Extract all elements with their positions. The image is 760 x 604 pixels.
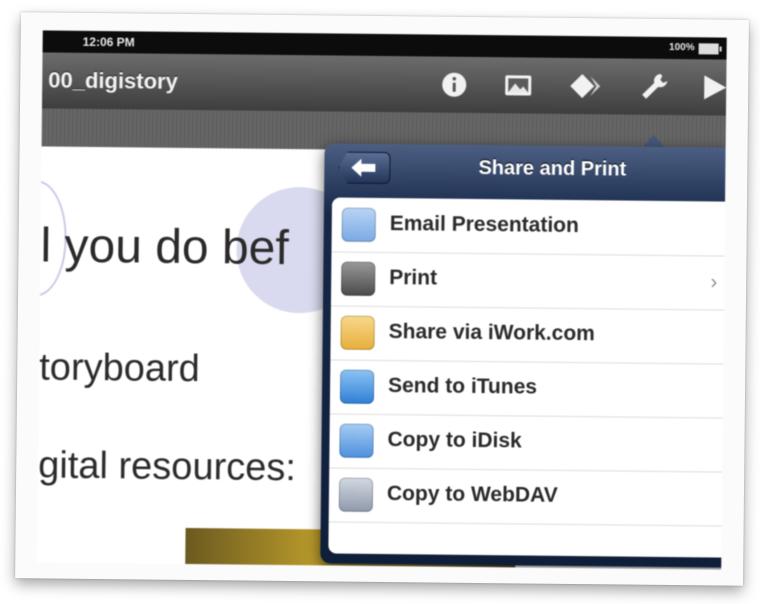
printer-icon xyxy=(341,261,376,296)
info-icon[interactable] xyxy=(436,67,472,103)
mail-icon xyxy=(341,207,376,242)
slide-text-line: l you do bef xyxy=(40,219,289,276)
webdav-icon xyxy=(338,477,374,512)
iwork-icon xyxy=(340,315,375,350)
menu-item-label: Copy to WebDAV xyxy=(386,482,558,507)
slide-text-line: toryboard xyxy=(39,346,201,391)
itunes-icon xyxy=(339,369,375,404)
ipad-screen: 12:06 PM 100% 00_digistory l you do bef … xyxy=(37,30,727,570)
menu-item-label: Share via iWork.com xyxy=(388,320,595,346)
menu-item-send-itunes[interactable]: Send to iTunes xyxy=(329,359,727,419)
menu-item-share-iwork[interactable]: Share via iWork.com xyxy=(330,305,727,365)
idisk-icon xyxy=(339,423,374,458)
slide-text-line: gital resources: xyxy=(38,444,297,490)
menu-item-label: Copy to iDisk xyxy=(387,428,522,453)
battery-icon xyxy=(698,43,719,55)
battery-percentage: 100% xyxy=(669,41,695,54)
share-print-popover: Share and Print Email Presentation Print… xyxy=(320,143,727,568)
menu-item-copy-idisk[interactable]: Copy to iDisk xyxy=(329,413,727,473)
wrench-icon[interactable] xyxy=(636,69,672,105)
photo-frame: 12:06 PM 100% 00_digistory l you do bef … xyxy=(15,12,749,586)
menu-item-label: Send to iTunes xyxy=(387,374,538,399)
play-icon[interactable] xyxy=(696,69,727,105)
chevron-right-icon: › xyxy=(710,271,718,294)
menu-item-label: Email Presentation xyxy=(389,212,579,238)
toolbar: 00_digistory xyxy=(41,52,727,117)
menu-item-copy-webdav[interactable]: Copy to WebDAV xyxy=(328,467,727,527)
animation-icon[interactable] xyxy=(568,68,604,104)
menu-item-email-presentation[interactable]: Email Presentation xyxy=(331,197,727,257)
media-icon[interactable] xyxy=(500,67,536,103)
status-time: 12:06 PM xyxy=(82,34,135,50)
popover-title: Share and Print xyxy=(478,157,627,181)
document-title[interactable]: 00_digistory xyxy=(48,67,178,94)
menu-item-label: Print xyxy=(389,266,438,290)
share-options-list: Email Presentation Print › Share via iWo… xyxy=(328,197,727,558)
popover-header: Share and Print xyxy=(324,143,727,193)
menu-item-print[interactable]: Print › xyxy=(330,251,727,311)
